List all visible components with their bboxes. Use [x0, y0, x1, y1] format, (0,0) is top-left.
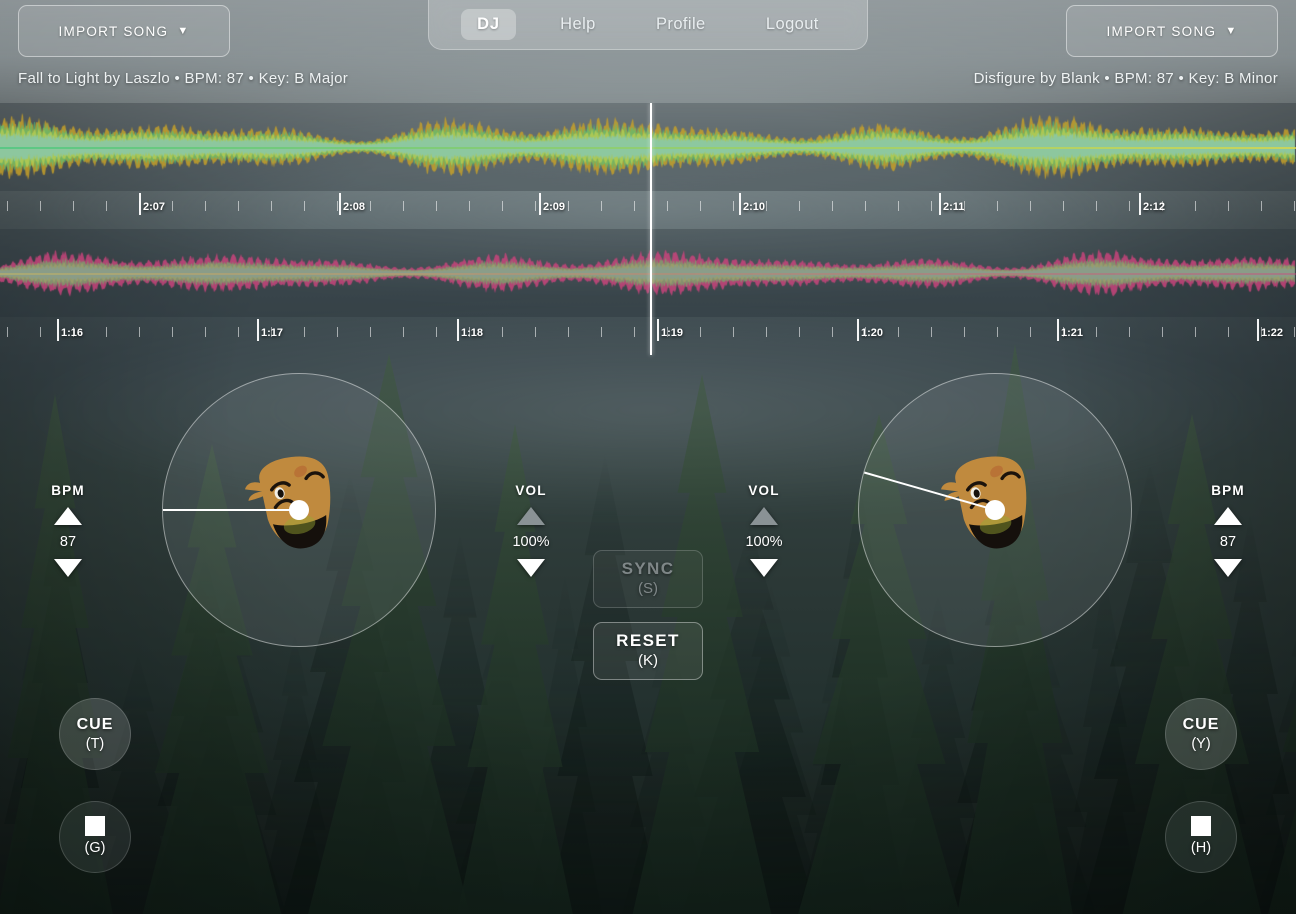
cue-label-right: CUE	[1182, 715, 1220, 733]
chevron-down-icon: ▼	[177, 25, 190, 37]
bpm-value-left: 87	[59, 534, 77, 550]
volume-value-left: 100%	[512, 534, 550, 550]
timeline-label: 2:07	[143, 201, 166, 213]
cue-shortcut-left: (T)	[85, 735, 105, 752]
stop-button-right[interactable]: (H)	[1165, 801, 1237, 873]
cue-button-right[interactable]: CUE (Y)	[1165, 698, 1237, 770]
reset-button[interactable]: RESET (K)	[593, 622, 703, 680]
stop-shortcut-right: (H)	[1190, 840, 1212, 857]
track-info-right: Disfigure by Blank • BPM: 87 • Key: B Mi…	[973, 70, 1278, 87]
reset-button-shortcut: (K)	[638, 652, 658, 670]
timeline-label: 1:22	[1261, 327, 1284, 339]
main-navigation: DJ Help Profile Logout	[428, 0, 868, 50]
chevron-down-icon: ▼	[1225, 25, 1238, 37]
turntable-center-dot-left	[289, 500, 309, 520]
waveform-centerline-a	[0, 147, 1296, 149]
stop-shortcut-left: (G)	[84, 840, 106, 857]
volume-stepper-left: VOL 100%	[496, 483, 566, 577]
nav-item-help[interactable]: Help	[544, 9, 612, 40]
waveform-centerline-b	[0, 273, 1296, 275]
timeline-label: 1:16	[61, 327, 84, 339]
waveform-deck-b[interactable]: 1:16 1:17 1:18 1:19 1:20 1:21 1:22	[0, 229, 1296, 355]
timeline-label: 1:20	[861, 327, 884, 339]
waveform-area: 2:07 2:08 2:09 2:10 2:11 2:12 1:16 1:17 1:18 1:1…	[0, 103, 1296, 355]
sync-button-shortcut: (S)	[638, 580, 658, 598]
nav-item-logout[interactable]: Logout	[750, 9, 835, 40]
volume-stepper-right: VOL 100%	[729, 483, 799, 577]
timeline-label: 1:21	[1061, 327, 1084, 339]
volume-label-right: VOL	[748, 483, 780, 498]
import-song-button-right[interactable]: IMPORT SONG ▼	[1066, 5, 1278, 57]
turntable-center-dot-right	[985, 500, 1005, 520]
volume-decrease-left[interactable]	[517, 559, 545, 577]
reset-button-label: RESET	[616, 631, 680, 651]
volume-label-left: VOL	[515, 483, 547, 498]
timeline-label: 2:11	[943, 201, 965, 213]
cue-shortcut-right: (Y)	[1191, 735, 1211, 752]
import-song-button-left[interactable]: IMPORT SONG ▼	[18, 5, 230, 57]
bpm-decrease-left[interactable]	[54, 559, 82, 577]
timeline-label: 1:18	[461, 327, 484, 339]
cue-label-left: CUE	[76, 715, 114, 733]
timeline-label: 2:10	[743, 201, 766, 213]
bpm-decrease-right[interactable]	[1214, 559, 1242, 577]
timeline-ruler-b[interactable]: 1:16 1:17 1:18 1:19 1:20 1:21 1:22	[0, 317, 1296, 355]
nav-item-profile[interactable]: Profile	[640, 9, 722, 40]
stop-icon	[85, 816, 105, 837]
playhead-indicator	[650, 103, 652, 355]
track-info-left: Fall to Light by Laszlo • BPM: 87 • Key:…	[18, 70, 349, 87]
volume-value-right: 100%	[745, 534, 783, 550]
timeline-label: 1:17	[261, 327, 284, 339]
sync-button-label: SYNC	[621, 559, 675, 579]
bpm-label-right: BPM	[1211, 483, 1245, 498]
stop-icon	[1191, 816, 1211, 837]
bpm-stepper-right: BPM 87	[1193, 483, 1263, 577]
timeline-label: 2:09	[543, 201, 566, 213]
bpm-increase-right[interactable]	[1214, 507, 1242, 525]
timeline-label: 2:12	[1143, 201, 1166, 213]
app-header: IMPORT SONG ▼ DJ Help Profile Logout IMPORT…	[0, 0, 1296, 103]
timeline-ruler-a[interactable]: 2:07 2:08 2:09 2:10 2:11 2:12	[0, 191, 1296, 229]
bpm-increase-left[interactable]	[54, 507, 82, 525]
timeline-label: 1:19	[661, 327, 684, 339]
import-song-label-left: IMPORT SONG	[58, 23, 169, 39]
nav-item-dj[interactable]: DJ	[461, 9, 516, 40]
volume-decrease-right[interactable]	[750, 559, 778, 577]
cue-button-left[interactable]: CUE (T)	[59, 698, 131, 770]
deck-controls-area: BPM 87 VOL 100% VOL 100% BPM 87 SYNC (S)…	[0, 355, 1296, 914]
turntable-left[interactable]	[162, 373, 436, 647]
bpm-stepper-left: BPM 87	[33, 483, 103, 577]
bpm-value-right: 87	[1219, 534, 1237, 550]
sync-button[interactable]: SYNC (S)	[593, 550, 703, 608]
turntable-right[interactable]	[858, 373, 1132, 647]
waveform-deck-a[interactable]: 2:07 2:08 2:09 2:10 2:11 2:12	[0, 103, 1296, 229]
stop-button-left[interactable]: (G)	[59, 801, 131, 873]
bpm-label-left: BPM	[51, 483, 85, 498]
volume-increase-right[interactable]	[750, 507, 778, 525]
turntable-position-line-left	[163, 509, 299, 511]
import-song-label-right: IMPORT SONG	[1106, 23, 1217, 39]
volume-increase-left[interactable]	[517, 507, 545, 525]
timeline-label: 2:08	[343, 201, 366, 213]
